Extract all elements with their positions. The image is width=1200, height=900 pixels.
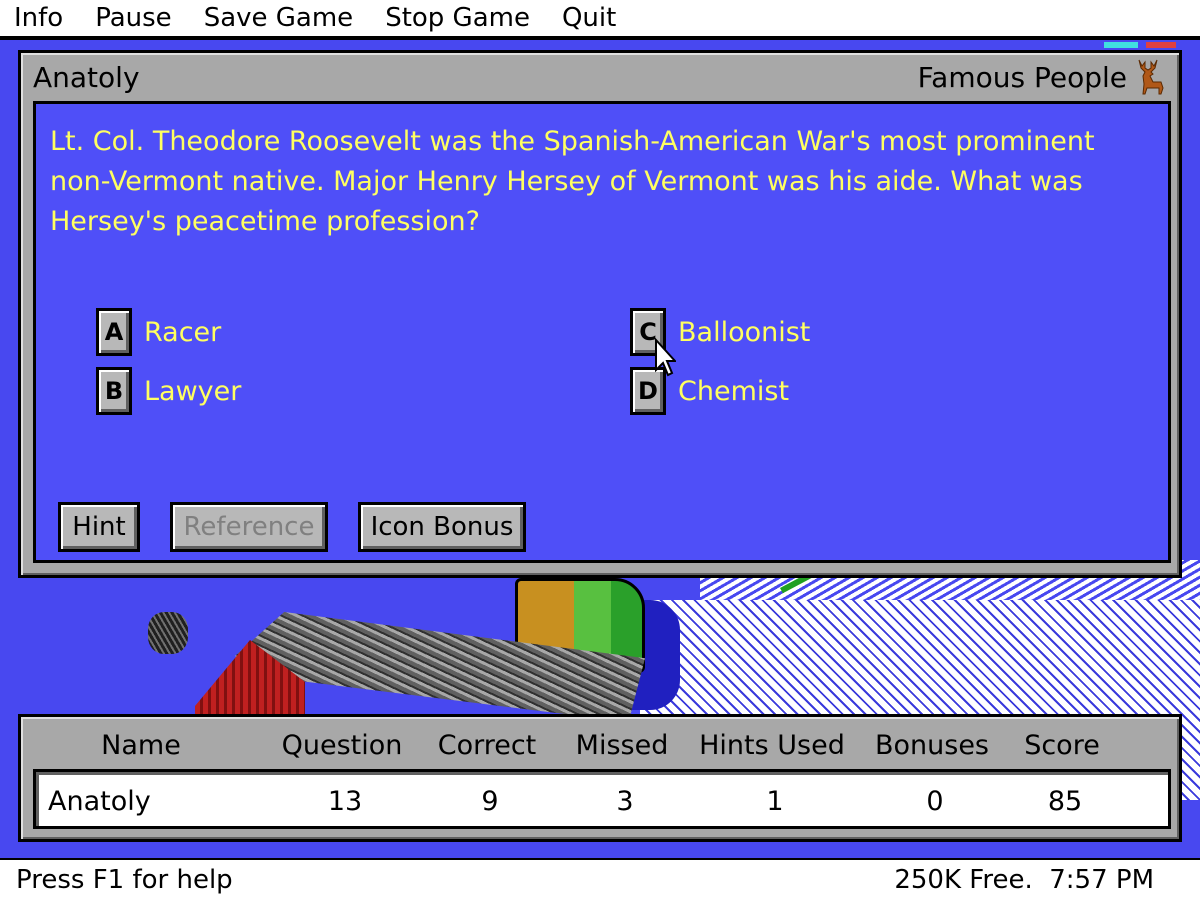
row-name: Anatoly xyxy=(48,785,151,817)
menu-pause[interactable]: Pause xyxy=(79,3,187,33)
mouse-cursor-icon xyxy=(655,338,676,377)
answer-c-text: Balloonist xyxy=(678,316,811,348)
status-bar: Press F1 for help 250K Free. 7:57 PM xyxy=(0,858,1200,900)
dialog-titlebar: Anatoly Famous People xyxy=(21,53,1179,101)
menu-info[interactable]: Info xyxy=(0,3,79,33)
hint-button[interactable]: Hint xyxy=(58,502,140,552)
help-hint: Press F1 for help xyxy=(16,865,233,895)
answer-a-button[interactable]: A xyxy=(96,308,132,356)
answer-d-text: Chemist xyxy=(678,375,790,407)
answer-a-text: Racer xyxy=(144,316,222,348)
scene-detail xyxy=(1104,42,1138,48)
row-question: 13 xyxy=(327,785,363,817)
memory-and-clock: 250K Free. 7:57 PM xyxy=(894,865,1154,895)
row-score: 85 xyxy=(1047,785,1083,817)
scoreboard-row: Anatoly 13 9 3 1 0 85 xyxy=(33,769,1171,829)
header-question: Question xyxy=(281,729,403,761)
deer-icon xyxy=(1138,59,1164,95)
row-correct: 9 xyxy=(481,785,499,817)
menu-quit[interactable]: Quit xyxy=(546,3,632,33)
menu-save-game[interactable]: Save Game xyxy=(188,3,370,33)
header-name: Name xyxy=(101,729,181,761)
answer-a[interactable]: A Racer xyxy=(96,308,221,356)
scene-detail xyxy=(1146,42,1176,48)
question-text: Lt. Col. Theodore Roosevelt was the Span… xyxy=(50,126,1095,237)
header-bonuses: Bonuses xyxy=(874,729,989,761)
row-missed: 3 xyxy=(616,785,634,817)
icon-bonus-button[interactable]: Icon Bonus xyxy=(358,502,526,552)
tree xyxy=(148,612,188,654)
menu-stop-game[interactable]: Stop Game xyxy=(369,3,546,33)
question-panel: Lt. Col. Theodore Roosevelt was the Span… xyxy=(33,101,1171,563)
row-bonuses: 0 xyxy=(926,785,944,817)
player-name: Anatoly xyxy=(33,60,140,94)
row-hints-used: 1 xyxy=(766,785,784,817)
category-label: Famous People xyxy=(918,58,1167,96)
menu-bar: Info Pause Save Game Stop Game Quit xyxy=(0,0,1200,38)
answer-b[interactable]: B Lawyer xyxy=(96,367,241,415)
header-correct: Correct xyxy=(437,729,537,761)
header-missed: Missed xyxy=(575,729,669,761)
question-dialog: Anatoly Famous People Lt. Col. Theodore … xyxy=(18,50,1182,578)
scoreboard-header: Name Question Correct Missed Hints Used … xyxy=(21,723,1179,767)
header-score: Score xyxy=(1024,729,1100,761)
category-name: Famous People xyxy=(917,60,1127,94)
reference-button[interactable]: Reference xyxy=(170,502,328,552)
answer-b-text: Lawyer xyxy=(144,375,242,407)
table-row: Anatoly 13 9 3 1 0 85 xyxy=(36,776,1168,826)
header-hints-used: Hints Used xyxy=(699,729,845,761)
answer-b-button[interactable]: B xyxy=(96,367,132,415)
scoreboard: Name Question Correct Missed Hints Used … xyxy=(18,714,1182,842)
